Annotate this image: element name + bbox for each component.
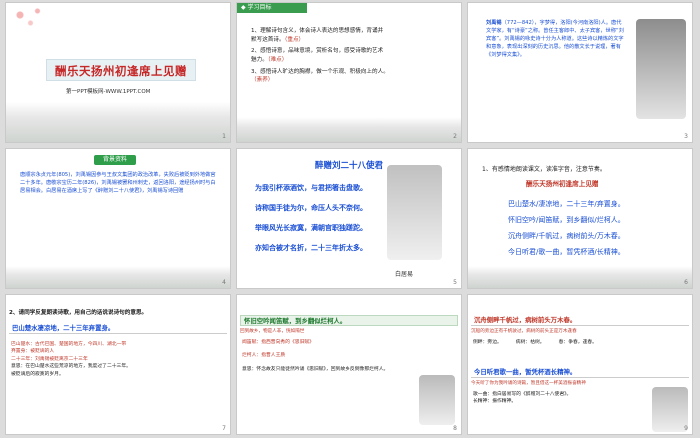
- poem-line: 亦知合被才名折，二十三年折太多。: [255, 244, 367, 252]
- slide-number: 3: [684, 133, 688, 140]
- slide-thumbnail-2[interactable]: ◆ 学习目标 1、理解诗句含义，体会诗人表达的思想感情，背诵并 默写这首诗。（重…: [236, 2, 462, 143]
- slide-number: 5: [453, 279, 457, 286]
- poem-line: 沉舟侧畔/千帆过，病树前头/万木春。: [508, 232, 625, 240]
- notes: 巴山楚水：古代巴国、楚国的地方，今四川、湖北一带 弃置身：被贬谪的人 二十三年：…: [11, 342, 131, 377]
- slide-number: 6: [684, 279, 688, 286]
- blossom-decoration: [6, 3, 76, 43]
- portrait-image: [636, 19, 686, 119]
- slide-sorter: 酬乐天扬州初逢席上见赠 第一PPT模板网-WWW.1PPT.COM 1 ◆ 学习…: [0, 0, 700, 438]
- verse-banner: 怀旧空吟闻笛赋，到乡翻似烂柯人。: [240, 315, 458, 326]
- mountain-decoration: [468, 266, 692, 288]
- verse-subtitle: 回到故乡，物是人非，恍如隔世: [240, 329, 305, 334]
- verse-banner: 巴山楚水凄凉地，二十三年弃置身。: [9, 323, 227, 334]
- poem-line: 诗称国手徒为尔，命压人头不奈何。: [255, 204, 367, 212]
- poem-line: 今日听君/歌一曲，暂凭杯酒/长精神。: [508, 248, 625, 256]
- slide-number: 8: [453, 425, 457, 432]
- mountain-decoration: [6, 266, 230, 288]
- verse-banner-2: 今日听君歌一曲，暂凭杯酒长精神。: [471, 367, 689, 378]
- slide-thumbnail-5[interactable]: 醉赠刘二十八使君 为我引杯添酒饮，与君把箸击盘歌。 诗称国手徒为尔，命压人头不奈…: [236, 148, 462, 289]
- slide-thumbnail-4[interactable]: 背景资料 唐顺宗永贞元年(805)，刘禹锡因参与王叔文集团的政治改革，失败后被贬…: [5, 148, 231, 289]
- background-text: 唐顺宗永贞元年(805)，刘禹锡因参与王叔文集团的政治改革，失败后被贬到外地做官…: [20, 172, 216, 195]
- slide-thumbnail-9[interactable]: 沉舟侧畔千帆过，病树前头万木春。 沉船的旁边正有千帆驶过，病树的前头正是万木逢春…: [467, 294, 693, 435]
- poem-line: 怀旧空吟/闻笛赋，到乡翻似/烂柯人。: [508, 216, 625, 224]
- poet-image: [387, 165, 442, 260]
- poem-line: 巴山楚水/凄凉地，二十三年/弃置身。: [508, 200, 625, 208]
- author-name: 白居易: [395, 271, 414, 278]
- word-notes-2: 歌一曲：指白居易写的《醉赠刘二十八使君》。 长精神：振作精神。: [473, 392, 572, 405]
- slide-number: 1: [222, 133, 226, 140]
- poem-title: 醉赠刘二十八使君: [315, 161, 384, 171]
- word-notes-1: 侧畔：旁边。 病树：枯树。 春：争春，逢春。: [473, 340, 597, 345]
- slide-thumbnail-1[interactable]: 酬乐天扬州初逢席上见赠 第一PPT模板网-WWW.1PPT.COM 1: [5, 2, 231, 143]
- notes: 闻笛赋：指西晋向秀的《思旧赋》 烂柯人：指晋人王质 意思：怀念故友只能徒然吟诵《…: [242, 340, 389, 372]
- mountain-decoration: [237, 117, 461, 142]
- slide-thumbnail-6[interactable]: 1、有感情地朗读课文，读准字音，注意节奏。 酬乐天扬州初逢席上见赠 巴山楚水/凄…: [467, 148, 693, 289]
- verse-subtitle-1: 沉船的旁边正有千帆驶过，病树的前头正是万木逢春: [471, 329, 577, 334]
- objectives-text: 1、理解诗句含义，体会诗人表达的思想感情，背诵并 默写这首诗。（重点） 2、感悟…: [251, 28, 389, 84]
- verse-banner-1: 沉舟侧畔千帆过，病树前头万木春。: [471, 315, 689, 326]
- slide-thumbnail-8[interactable]: 怀旧空吟闻笛赋，到乡翻似烂柯人。 回到故乡，物是人非，恍如隔世 闻笛赋：指西晋向…: [236, 294, 462, 435]
- slide-title: 酬乐天扬州初逢席上见赠: [46, 59, 196, 81]
- mountain-decoration: [6, 102, 230, 142]
- slide-thumbnail-7[interactable]: 2、请同学反复朗读诗歌，用自己的话说说诗句的意思。 巴山楚水凄凉地，二十三年弃置…: [5, 294, 231, 435]
- slide-number: 7: [222, 425, 226, 432]
- slide-thumbnail-3[interactable]: 刘禹锡（772—842），字梦得，洛阳(今河南洛阳)人。唐代文学家，有“诗豪”之…: [467, 2, 693, 143]
- poem-title: 酬乐天扬州初逢席上见赠: [526, 180, 599, 188]
- background-tag: 背景资料: [94, 155, 136, 165]
- figure-image: [652, 387, 688, 432]
- verse-subtitle-2: 今天听了你为我吟诵的诗篇，暂且借这一杯美酒振奋精神: [471, 381, 586, 386]
- figure-image: [419, 375, 455, 425]
- instruction-text: 1、有感情地朗读课文，读准字音，注意节奏。: [482, 166, 606, 173]
- slide-number: 4: [222, 279, 226, 286]
- author-bio: 刘禹锡（772—842），字梦得，洛阳(今河南洛阳)人。唐代文学家，有“诗豪”之…: [486, 20, 624, 59]
- question-text: 2、请同学反复朗读诗歌，用自己的话说说诗句的意思。: [9, 310, 148, 316]
- slide-number: 2: [453, 133, 457, 140]
- slide-subtitle: 第一PPT模板网-WWW.1PPT.COM: [66, 89, 151, 95]
- slide-number: 9: [684, 425, 688, 432]
- poem-line: 举眼风光长寂寞，满朝官职独蹉跎。: [255, 224, 367, 232]
- poem-line: 为我引杯添酒饮，与君把箸击盘歌。: [255, 184, 367, 192]
- section-header: ◆ 学习目标: [237, 3, 307, 13]
